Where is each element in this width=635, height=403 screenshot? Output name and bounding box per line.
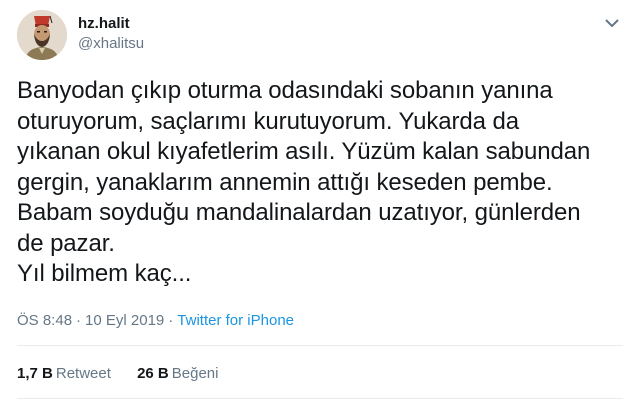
meta-separator: ·	[76, 312, 82, 329]
retweets-count: 1,7 B	[17, 365, 53, 382]
tweet-date[interactable]: 10 Eyl 2019	[85, 312, 164, 329]
more-options-button[interactable]	[601, 12, 623, 34]
author-avatar[interactable]	[17, 10, 67, 60]
likes-stat[interactable]: 26 B Beğeni	[137, 364, 218, 384]
retweets-stat[interactable]: 1,7 B Retweet	[17, 364, 111, 384]
avatar-image	[17, 10, 67, 60]
tweet-metadata: ÖS 8:48 · 10 Eyl 2019 · Twitter for iPhone	[17, 311, 294, 331]
tweet-card: hz.halit @xhalitsu Banyodan çıkıp oturma…	[0, 0, 635, 403]
tweet-text: Banyodan çıkıp oturma odasındaki sobanın…	[17, 77, 591, 287]
tweet-source-link[interactable]: Twitter for iPhone	[177, 312, 294, 329]
tweet-stats: 1,7 B Retweet 26 B Beğeni	[17, 364, 240, 384]
tweet-time[interactable]: ÖS 8:48	[17, 312, 72, 329]
author-info[interactable]: hz.halit @xhalitsu	[78, 14, 144, 54]
divider-top	[17, 345, 623, 346]
retweets-label: Retweet	[55, 365, 111, 382]
likes-label: Beğeni	[171, 365, 219, 382]
divider-bottom	[17, 398, 623, 399]
author-display-name[interactable]: hz.halit	[78, 14, 144, 34]
author-handle[interactable]: @xhalitsu	[78, 34, 144, 54]
meta-separator: ·	[168, 312, 174, 329]
chevron-down-icon	[605, 19, 619, 27]
likes-count: 26 B	[137, 365, 169, 382]
